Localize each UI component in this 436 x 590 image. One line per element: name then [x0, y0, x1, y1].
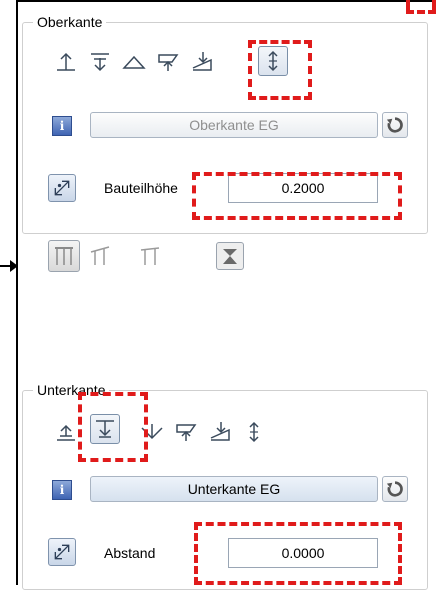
- slanted-plane-icon[interactable]: [206, 418, 234, 446]
- top-edge-upward-icon[interactable]: [52, 48, 80, 76]
- plane-downward-icon[interactable]: [172, 418, 200, 446]
- group-title-oberkante: Oberkante: [33, 14, 107, 30]
- slanted-plane-icon[interactable]: [188, 48, 216, 76]
- highlight-height-field: [192, 172, 402, 220]
- reference-button-unterkante[interactable]: Unterkante EG: [90, 476, 378, 502]
- triangle-icon[interactable]: [120, 48, 148, 76]
- bottom-edge-upward-icon[interactable]: [52, 418, 80, 446]
- highlight-vertical-dimension: [248, 40, 312, 100]
- highlight-distance-field: [194, 522, 402, 585]
- pick-measure-icon: [54, 544, 70, 560]
- reference-button-oberkante[interactable]: Oberkante EG: [90, 112, 378, 138]
- rotate-icon: [386, 481, 403, 497]
- profile-sloped-icon[interactable]: [86, 242, 114, 270]
- highlight-top-corner: [406, 0, 436, 14]
- plane-downward-icon[interactable]: [154, 48, 182, 76]
- profile-parallel-icon[interactable]: [48, 240, 80, 272]
- info-icon[interactable]: i: [52, 480, 72, 500]
- highlight-bottom-edge: [78, 392, 148, 462]
- distance-label: Abstand: [104, 545, 156, 561]
- vertical-dimension-icon[interactable]: [240, 418, 268, 446]
- reset-button-unterkante[interactable]: [382, 476, 408, 502]
- info-icon[interactable]: i: [52, 116, 72, 136]
- reset-button-oberkante[interactable]: [382, 112, 408, 138]
- top-edge-downward-icon[interactable]: [86, 48, 114, 76]
- pick-distance-button[interactable]: [48, 538, 76, 566]
- pick-measure-icon: [54, 180, 70, 196]
- height-label: Bauteilhöhe: [104, 180, 178, 196]
- profile-table-icon[interactable]: [136, 242, 164, 270]
- pick-height-button[interactable]: [48, 174, 76, 202]
- cone-shape-icon[interactable]: [216, 242, 244, 270]
- rotate-icon: [386, 117, 403, 133]
